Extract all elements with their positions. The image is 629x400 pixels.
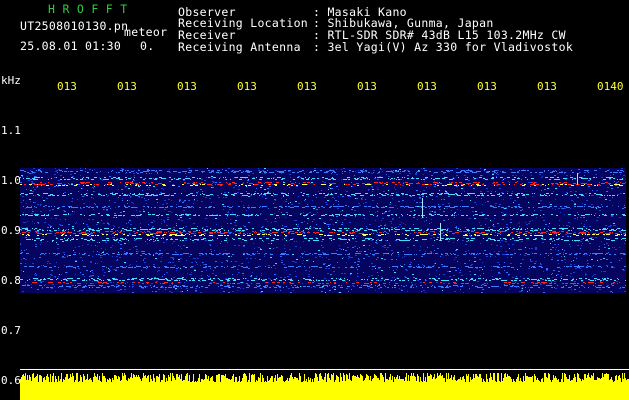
y-tick-label: 0.6 — [1, 374, 21, 387]
y-tick-label: 1.0 — [1, 174, 21, 187]
time-label: 013 — [357, 80, 377, 93]
axis-unit-label: kHz — [1, 74, 21, 87]
time-label: 013 — [57, 80, 77, 93]
time-label: 013 — [177, 80, 197, 93]
noise-level-strip — [20, 370, 629, 400]
y-tick-label: 0.7 — [1, 324, 21, 337]
spectrogram-screen: H R O F F T UT2508010130.pn meteor 25.08… — [0, 0, 629, 400]
datetime-label: 25.08.01 01:30 — [20, 39, 122, 53]
time-label: 013 — [297, 80, 317, 93]
tag-label: meteor — [124, 25, 168, 39]
time-label: 013 — [237, 80, 257, 93]
noise-canvas — [20, 373, 629, 400]
time-label: 0140 — [597, 80, 624, 93]
y-tick-label: 1.1 — [1, 124, 21, 137]
antenna-value: : 3el Yagi(V) Az 330 for Vladivostok — [313, 40, 574, 54]
marker-label: 0. — [140, 39, 155, 53]
file-name: UT2508010130.pn — [20, 19, 129, 33]
antenna-label: Receiving Antenna — [178, 40, 301, 54]
program-name: H R O F F T — [48, 2, 128, 16]
time-label: 013 — [417, 80, 437, 93]
spectrogram-waterfall — [20, 168, 626, 293]
spectrogram-canvas — [20, 168, 626, 293]
time-label: 013 — [537, 80, 557, 93]
time-label: 013 — [117, 80, 137, 93]
y-tick-label: 0.9 — [1, 224, 21, 237]
y-tick-label: 0.8 — [1, 274, 21, 287]
time-label: 013 — [477, 80, 497, 93]
